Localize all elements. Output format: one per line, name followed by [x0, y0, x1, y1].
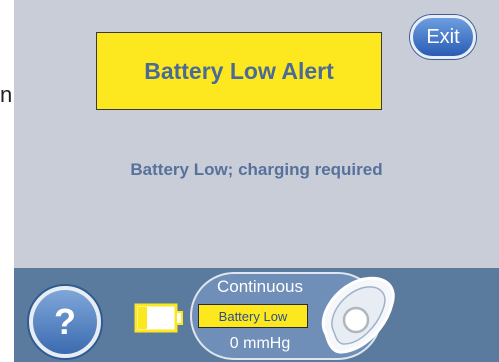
- status-blob-icon: [321, 276, 395, 354]
- help-button[interactable]: ?: [27, 284, 103, 360]
- alert-title: Battery Low Alert: [144, 57, 334, 84]
- exit-button-label: Exit: [426, 25, 460, 48]
- alert-message: Battery Low; charging required: [130, 160, 383, 179]
- help-label: ?: [54, 301, 76, 342]
- alert-banner: Battery Low Alert: [96, 32, 382, 110]
- battery-low-badge: Battery Low: [198, 304, 308, 328]
- help-icon: ?: [33, 290, 97, 354]
- pressure-readout: 0 mmHg: [229, 335, 291, 352]
- mode-label: Continuous: [216, 277, 303, 296]
- battery-level-fill: [138, 307, 147, 329]
- battery-icon: [134, 303, 183, 333]
- exit-button[interactable]: Exit: [410, 15, 476, 59]
- battery-low-text: Battery Low: [218, 308, 288, 324]
- edge-text: n: [0, 82, 13, 107]
